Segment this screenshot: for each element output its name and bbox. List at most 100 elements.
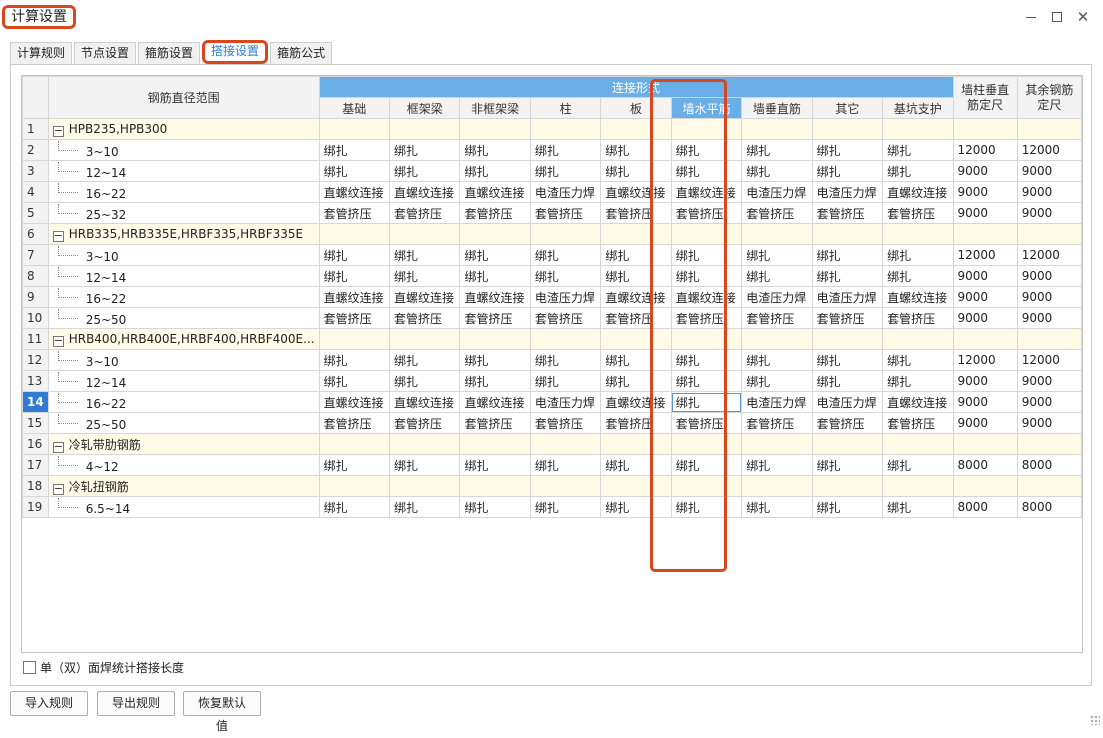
grid-cell[interactable] (741, 433, 813, 455)
grid-cell[interactable]: 绑扎 (318, 160, 391, 182)
grid-cell[interactable] (318, 223, 391, 245)
grid-cell[interactable]: 绑扎 (811, 160, 884, 182)
row-number[interactable]: 6 (22, 223, 49, 245)
grid-cell[interactable]: 绑扎 (600, 370, 672, 392)
grid-cell[interactable]: 绑扎 (459, 496, 531, 518)
grid-cell[interactable]: 9000 (1016, 307, 1082, 329)
grid-cell[interactable]: 绑扎 (600, 244, 672, 266)
grid-cell[interactable] (811, 118, 884, 140)
grid-cell[interactable] (670, 118, 743, 140)
grid-cell[interactable]: 9000 (1016, 391, 1082, 413)
grid-cell[interactable]: 绑扎 (388, 454, 461, 476)
grid-cell[interactable]: 套管挤压 (882, 412, 954, 434)
grid-cell[interactable] (952, 433, 1018, 455)
grid-cell[interactable]: 绑扎 (670, 391, 743, 413)
grid-cell[interactable] (318, 433, 391, 455)
grid-cell[interactable]: 绑扎 (741, 139, 813, 161)
table-row[interactable]: 17 4~12 绑扎 绑扎 绑扎 绑扎 绑扎 绑扎 绑扎 绑扎 绑扎 8000 8000 (22, 454, 1082, 476)
grid-cell[interactable]: 绑扎 (529, 496, 602, 518)
grid-cell[interactable]: 绑扎 (459, 349, 531, 371)
table-row[interactable]: 7 3~10 绑扎 绑扎 绑扎 绑扎 绑扎 绑扎 绑扎 绑扎 绑扎 12000 12000 (22, 244, 1082, 266)
grid-cell[interactable]: 9000 (952, 370, 1018, 392)
grid-cell[interactable]: 电渣压力焊 (741, 181, 813, 203)
grid-cell[interactable]: 9000 (952, 160, 1018, 182)
grid-cell[interactable]: 电渣压力焊 (741, 391, 813, 413)
grid-cell[interactable] (952, 223, 1018, 245)
grid-cell[interactable]: 绑扎 (318, 454, 391, 476)
grid-cell[interactable]: 绑扎 (670, 265, 743, 287)
grid-cell[interactable] (529, 475, 602, 497)
grid-cell[interactable]: 绑扎 (811, 370, 884, 392)
grid-cell[interactable]: 直螺纹连接 (670, 286, 743, 308)
grid-cell[interactable]: 套管挤压 (459, 412, 531, 434)
row-number[interactable]: 1 (22, 118, 49, 140)
grid-cell[interactable]: 绑扎 (529, 265, 602, 287)
grid-cell[interactable] (529, 223, 602, 245)
tab-stirrup-settings[interactable]: 箍筋设置 (138, 42, 201, 64)
grid-cell[interactable]: 绑扎 (388, 496, 461, 518)
grid-cell[interactable] (388, 433, 461, 455)
grid-cell[interactable]: 12000 (1016, 139, 1082, 161)
grid-cell[interactable]: 绑扎 (670, 244, 743, 266)
group-row[interactable]: 1− HPB235,HPB300 (22, 118, 1082, 140)
grid-cell[interactable]: 9000 (952, 202, 1018, 224)
grid-cell[interactable]: 套管挤压 (529, 307, 602, 329)
grid-cell[interactable]: 绑扎 (529, 370, 602, 392)
table-row[interactable]: 13 12~14 绑扎 绑扎 绑扎 绑扎 绑扎 绑扎 绑扎 绑扎 绑扎 9000 9000 (22, 370, 1082, 392)
grid-cell[interactable]: 8000 (1016, 454, 1082, 476)
table-row[interactable]: 10 25~50 套管挤压 套管挤压 套管挤压 套管挤压 套管挤压 套管挤压 套管挤压 套管挤压套… (22, 307, 1082, 329)
tab-node-settings[interactable]: 节点设置 (74, 42, 137, 64)
grid-cell[interactable]: 直螺纹连接 (459, 286, 531, 308)
grid-cell[interactable]: 直螺纹连接 (600, 391, 672, 413)
grid-cell[interactable]: 套管挤压 (811, 412, 884, 434)
grid-cell[interactable]: 直螺纹连接 (459, 391, 531, 413)
grid-cell[interactable]: 套管挤压 (600, 412, 672, 434)
grid-cell[interactable]: 套管挤压 (459, 307, 531, 329)
grid-cell[interactable]: 电渣压力焊 (529, 391, 602, 413)
grid-cell[interactable]: 套管挤压 (741, 307, 813, 329)
row-number[interactable]: 11 (22, 328, 49, 350)
grid-cell[interactable]: 套管挤压 (318, 307, 391, 329)
grid-cell[interactable]: 9000 (1016, 202, 1082, 224)
grid-cell[interactable] (882, 433, 954, 455)
grid-cell[interactable]: 12000 (952, 244, 1018, 266)
row-number[interactable]: 19 (22, 496, 49, 518)
grid-cell[interactable]: 绑扎 (741, 496, 813, 518)
grid-cell[interactable] (882, 328, 954, 350)
grid-cell[interactable]: 直螺纹连接 (600, 181, 672, 203)
grid-cell[interactable]: 绑扎 (529, 160, 602, 182)
grid-cell[interactable] (952, 328, 1018, 350)
grid-cell[interactable]: 绑扎 (741, 454, 813, 476)
grid-cell[interactable]: 绑扎 (388, 160, 461, 182)
grid-cell[interactable]: 绑扎 (318, 496, 391, 518)
grid-cell[interactable]: 套管挤压 (318, 202, 391, 224)
tab-stirrup-formula[interactable]: 箍筋公式 (270, 42, 333, 64)
collapse-icon[interactable]: − (52, 125, 64, 137)
grid-cell[interactable]: 套管挤压 (811, 307, 884, 329)
grid-cell[interactable] (741, 475, 813, 497)
grid-cell[interactable] (529, 433, 602, 455)
collapse-icon[interactable]: − (52, 483, 64, 495)
grid-cell[interactable]: 套管挤压 (388, 307, 461, 329)
grid-cell[interactable]: 套管挤压 (529, 412, 602, 434)
grid-cell[interactable]: 绑扎 (318, 370, 391, 392)
grid-cell[interactable]: 绑扎 (600, 265, 672, 287)
grid-cell[interactable] (459, 118, 531, 140)
grid-cell[interactable]: 套管挤压 (882, 307, 954, 329)
grid-cell[interactable]: 8000 (1016, 496, 1082, 518)
grid-cell[interactable]: 绑扎 (670, 454, 743, 476)
grid-cell[interactable]: 9000 (1016, 181, 1082, 203)
grid-cell[interactable]: 绑扎 (882, 496, 954, 518)
grid-cell[interactable]: 绑扎 (882, 370, 954, 392)
collapse-icon[interactable]: − (52, 230, 64, 242)
grid-cell[interactable] (600, 223, 672, 245)
grid-cell[interactable]: 绑扎 (600, 160, 672, 182)
table-row[interactable]: 3 12~14 绑扎 绑扎 绑扎 绑扎 绑扎 绑扎 绑扎 绑扎 绑扎 9000 9000 (22, 160, 1082, 182)
grid-cell[interactable] (600, 433, 672, 455)
grid-cell[interactable]: 绑扎 (741, 265, 813, 287)
grid-cell[interactable] (882, 223, 954, 245)
grid-cell[interactable]: 套管挤压 (670, 307, 743, 329)
grid-cell[interactable]: 9000 (952, 265, 1018, 287)
row-number[interactable]: 16 (22, 433, 49, 455)
grid-cell[interactable]: 套管挤压 (741, 412, 813, 434)
